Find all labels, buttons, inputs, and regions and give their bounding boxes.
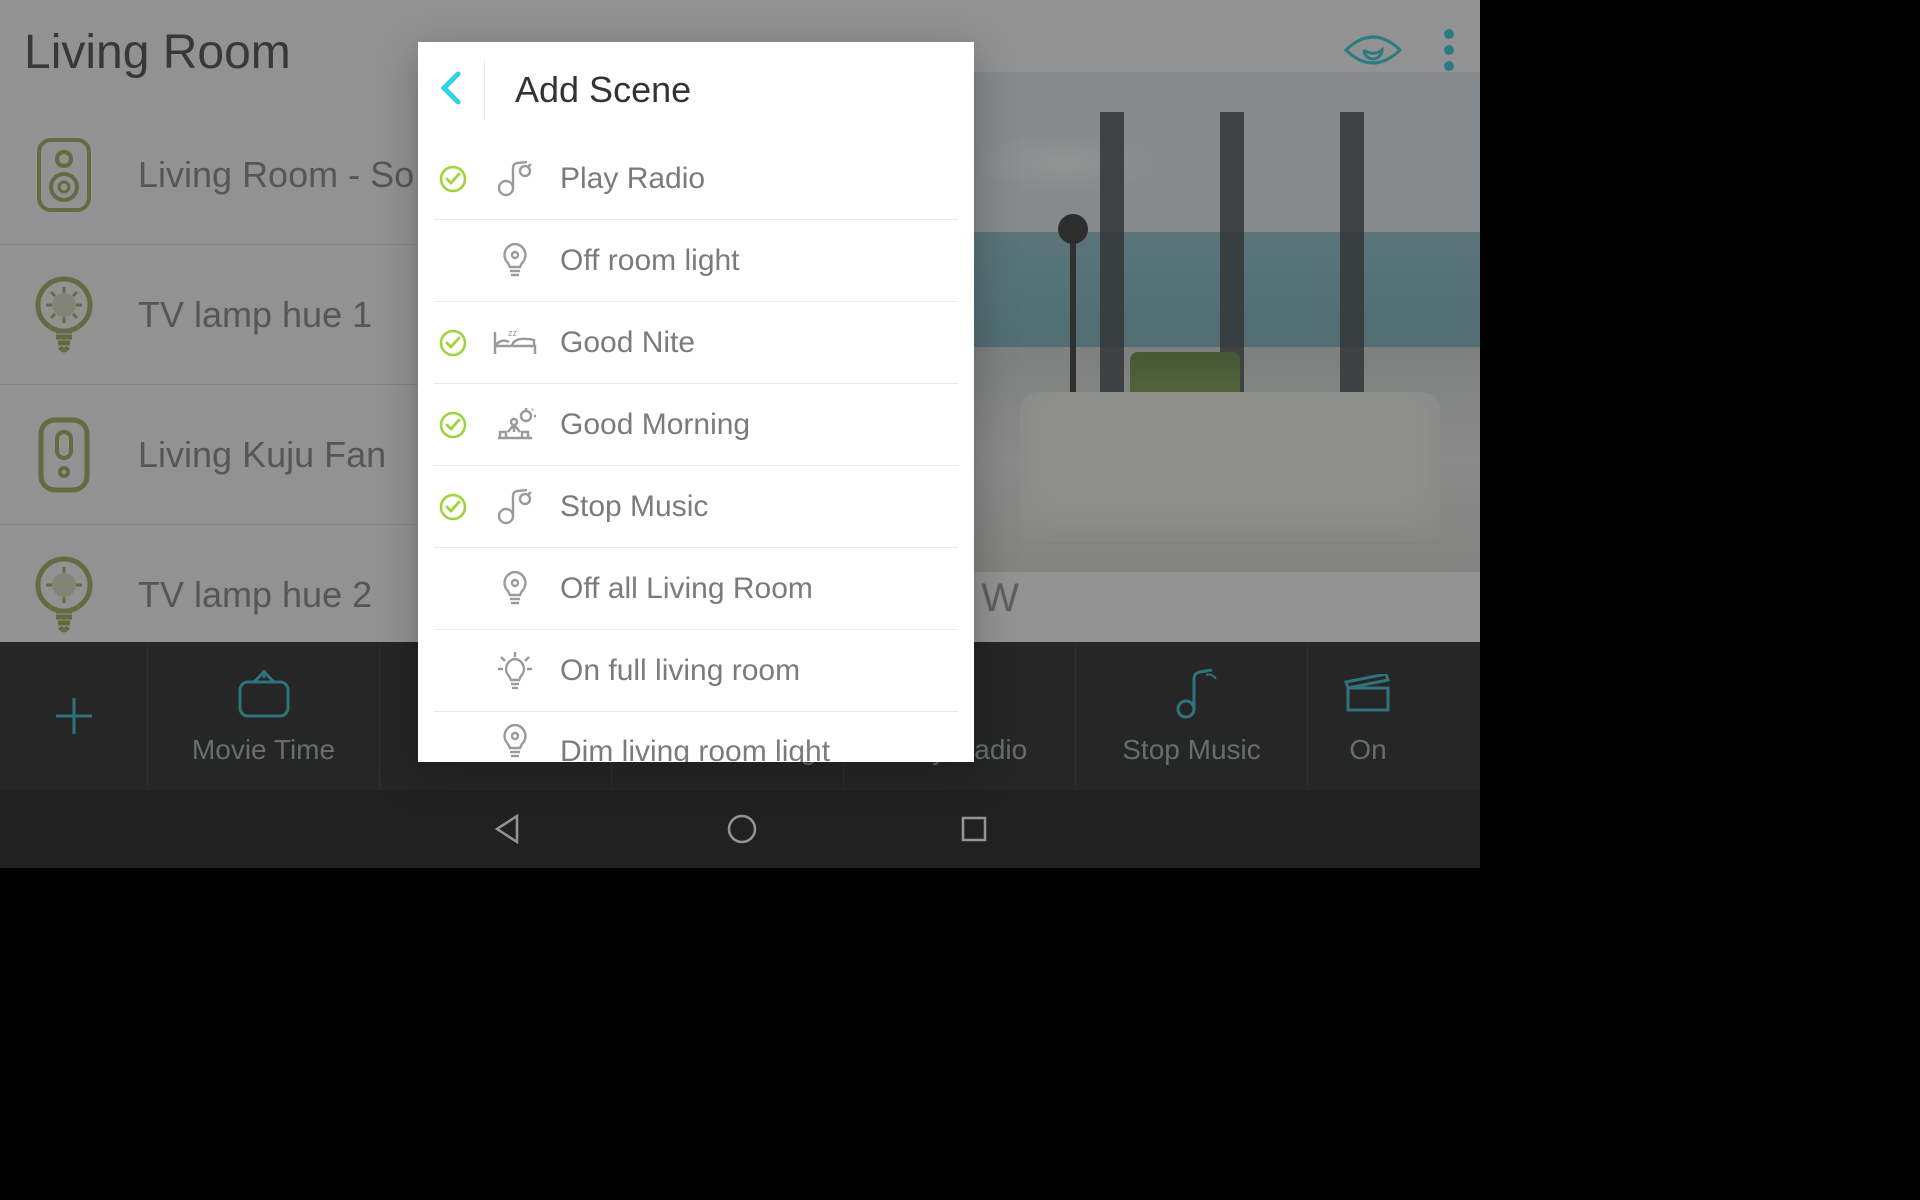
add-scene-dialog: Add Scene Play Radio Off room light zz Good… [418,42,974,762]
scene-option[interactable]: zz Good Nite [434,302,958,384]
scene-option[interactable]: Good Morning [434,384,958,466]
checked-icon [436,329,470,357]
dialog-list[interactable]: Play Radio Off room light zz Good Nite Good … [418,138,974,762]
scene-option-label: Good Nite [560,326,695,360]
bulb-off-icon [492,569,538,609]
scene-option-label: On full living room [560,654,800,688]
scene-option[interactable]: On full living room [434,630,958,712]
scene-option-label: Play Radio [560,162,705,196]
checked-icon [436,493,470,521]
scene-option[interactable]: Off room light [434,220,958,302]
svg-text:zz: zz [508,328,518,338]
dialog-title: Add Scene [515,69,691,111]
music-icon [492,161,538,197]
scene-option[interactable]: Stop Music [434,466,958,548]
scene-option-label: Off all Living Room [560,572,813,606]
music-icon [492,489,538,525]
scene-option-label: Good Morning [560,408,750,442]
bulb-off-icon [492,722,538,762]
scene-option-label: Dim living room light [560,735,830,762]
scene-option-label: Off room light [560,244,740,278]
wake-icon [492,408,538,442]
checked-icon [436,165,470,193]
scene-option[interactable]: Off all Living Room [434,548,958,630]
scene-option-label: Stop Music [560,490,708,524]
scene-option[interactable]: Dim living room light [434,712,958,762]
bed-icon: zz [492,328,538,358]
scene-option[interactable]: Play Radio [434,138,958,220]
bulb-off-icon [492,241,538,281]
back-icon[interactable] [438,68,464,113]
bulb-on-icon [492,651,538,691]
checked-icon [436,411,470,439]
